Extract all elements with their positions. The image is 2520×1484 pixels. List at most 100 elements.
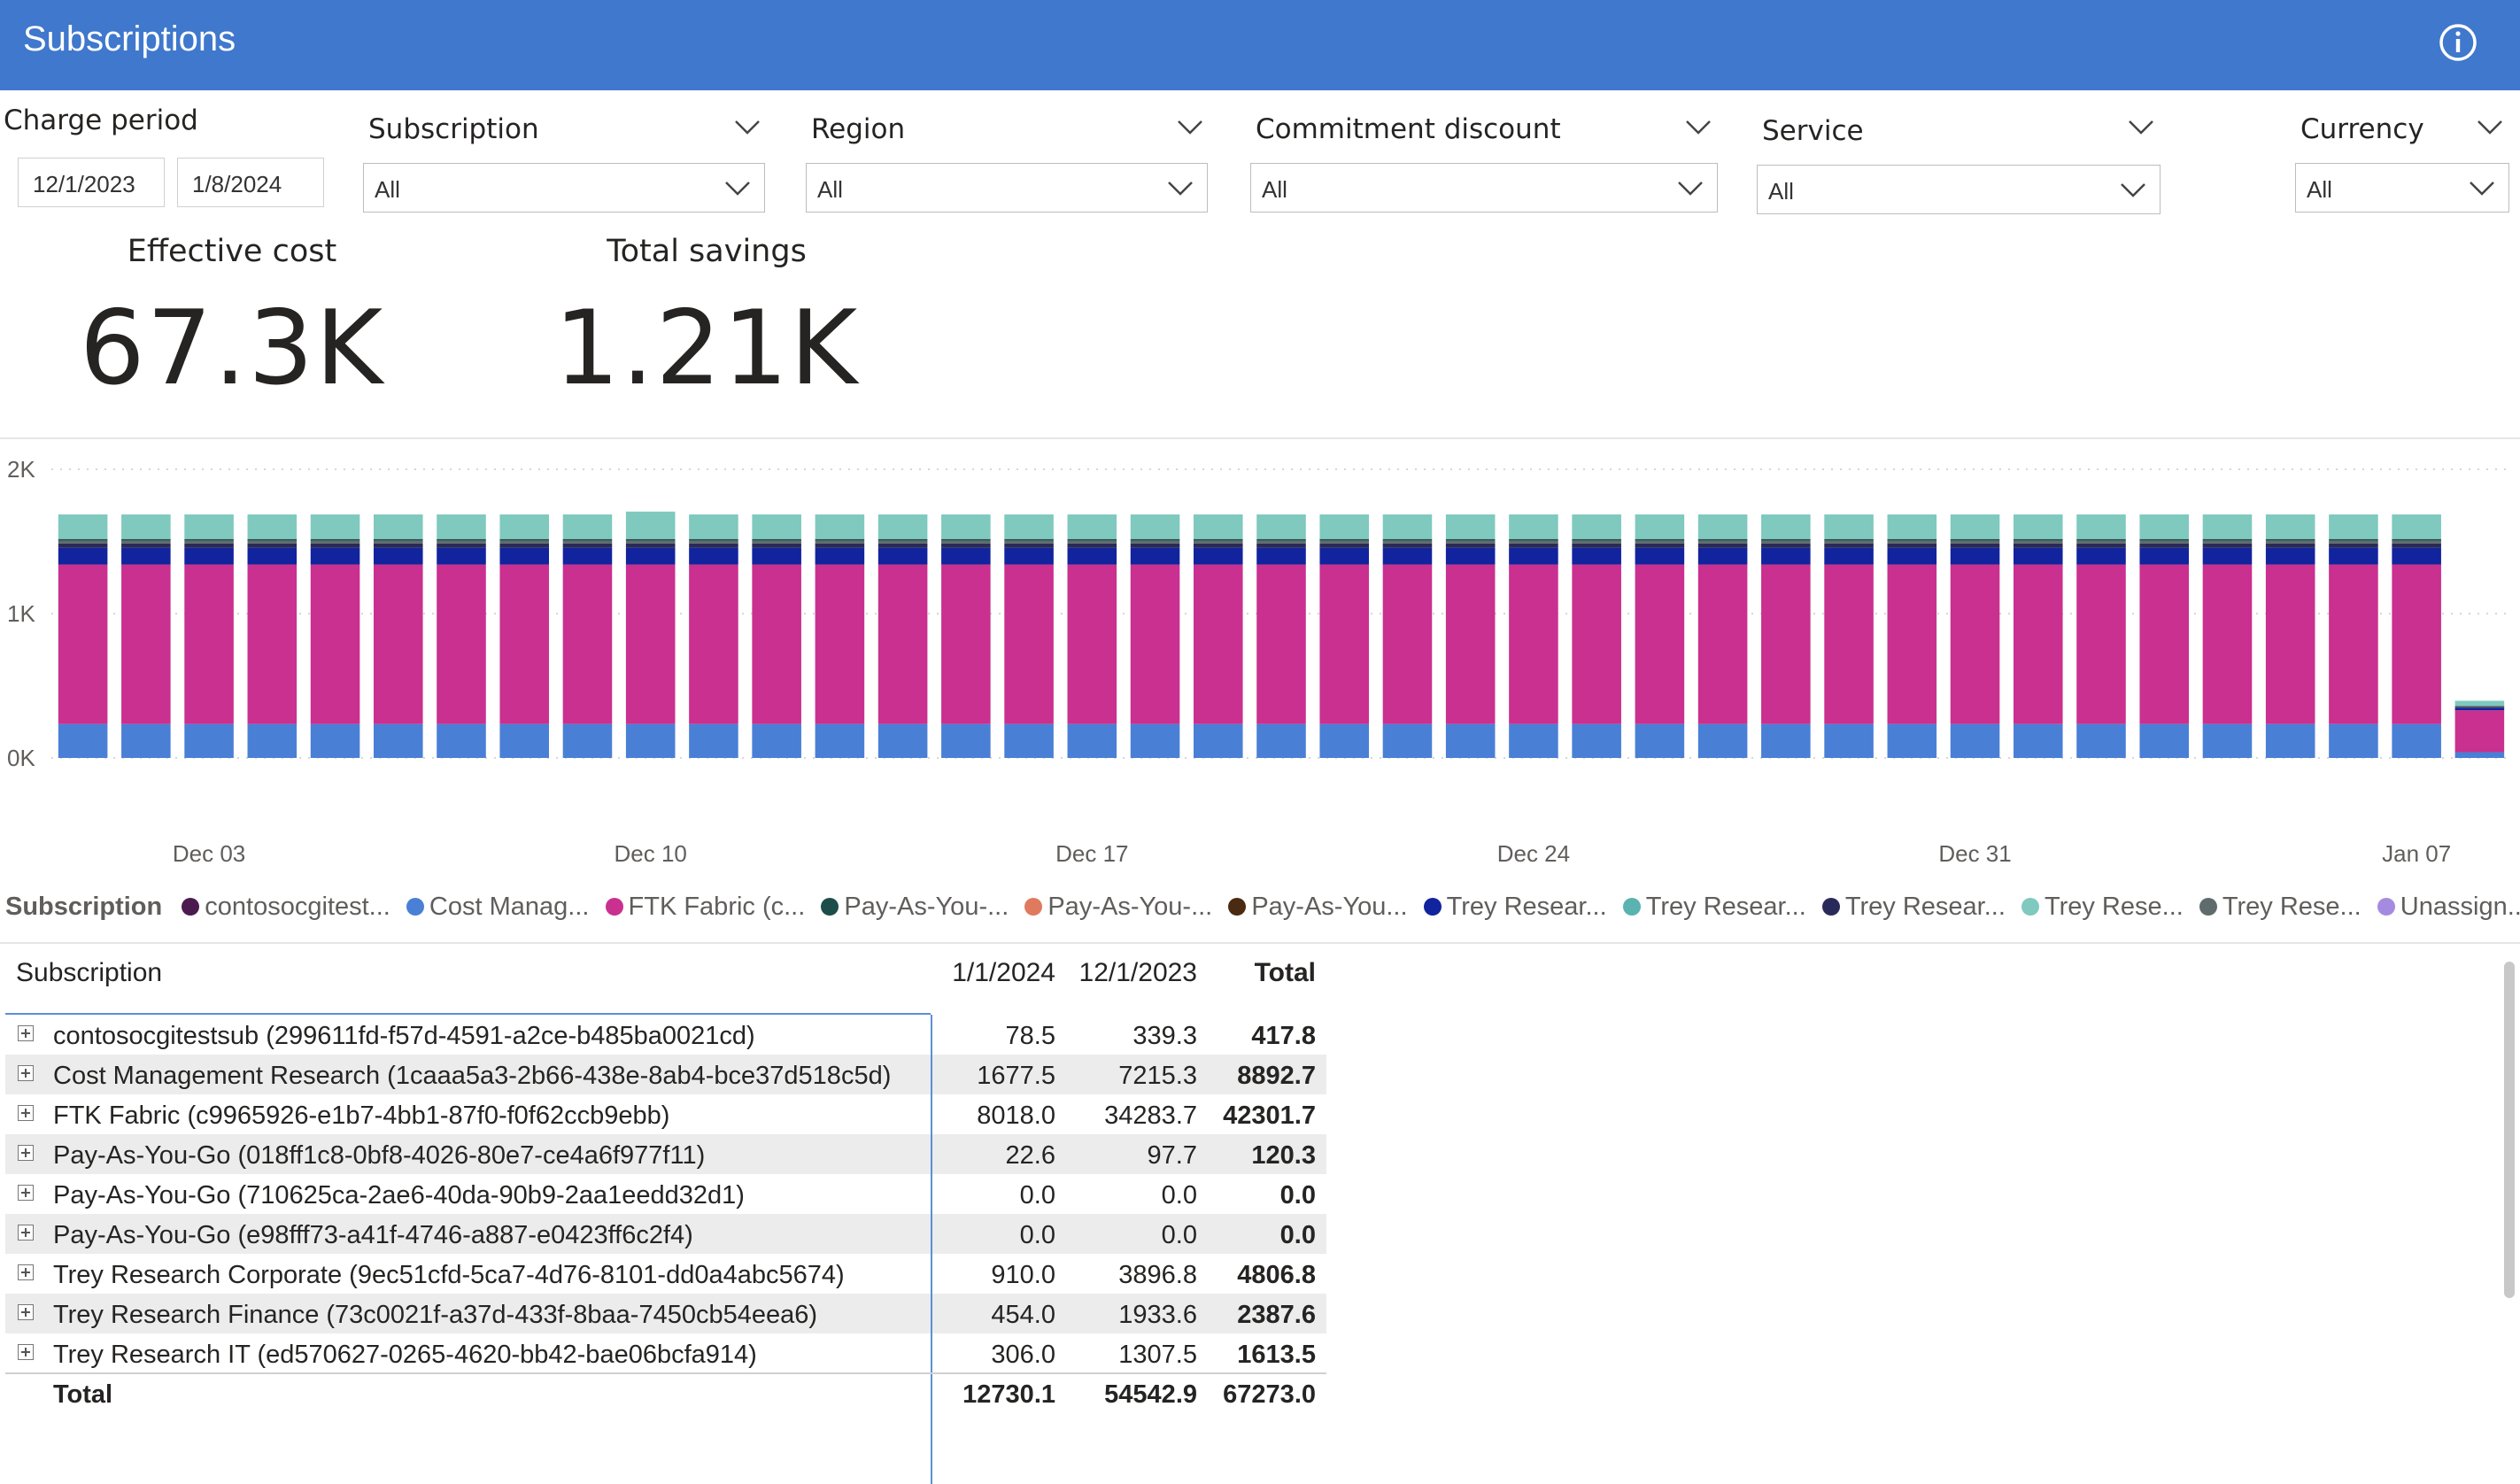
- commitment-discount-filter-chevron-icon[interactable]: [1684, 119, 1712, 136]
- bar-segment: [2139, 548, 2189, 565]
- legend-item[interactable]: Pay-As-You-...: [1024, 893, 1212, 922]
- service-dropdown[interactable]: All: [1757, 165, 2161, 214]
- bar-segment: [941, 514, 991, 539]
- region-filter-chevron-icon[interactable]: [1176, 119, 1204, 136]
- expand-icon[interactable]: [18, 1105, 34, 1121]
- expand-icon[interactable]: [18, 1065, 34, 1081]
- bar-segment: [1319, 724, 1369, 758]
- bar-segment: [437, 541, 486, 544]
- currency-dropdown[interactable]: All: [2295, 163, 2509, 213]
- legend-item[interactable]: Trey Rese...: [2021, 893, 2184, 922]
- bar-segment: [941, 565, 991, 724]
- bar-segment: [2014, 541, 2063, 544]
- bar-segment: [1698, 514, 1748, 539]
- column-header-12-1-2023[interactable]: 12/1/2023: [1079, 958, 1197, 988]
- bar-segment: [1383, 541, 1433, 544]
- bar-segment: [1446, 544, 1496, 548]
- bar-segment: [816, 544, 865, 548]
- legend-item[interactable]: Trey Rese...: [2199, 893, 2362, 922]
- expand-icon[interactable]: [18, 1025, 34, 1041]
- bar-segment: [1635, 541, 1685, 544]
- bar-segment: [2203, 548, 2253, 565]
- legend-item[interactable]: Cost Manag...: [406, 893, 590, 922]
- bar-segment: [1068, 548, 1117, 565]
- bar-segment: [499, 514, 549, 539]
- bar-segment: [2203, 565, 2253, 724]
- subscription-filter-label: Subscription: [368, 113, 539, 145]
- info-icon[interactable]: [2437, 21, 2479, 64]
- expand-icon[interactable]: [18, 1225, 34, 1241]
- expand-icon[interactable]: [18, 1344, 34, 1360]
- legend-item[interactable]: Unassign...: [2377, 893, 2520, 922]
- legend-label: Pay-As-You...: [1251, 893, 1407, 921]
- bar-segment: [499, 544, 549, 548]
- subscription-dropdown[interactable]: All: [363, 163, 765, 213]
- vertical-scrollbar[interactable]: [2504, 962, 2515, 1298]
- table-row: Trey Research IT (ed570627-0265-4620-bb4…: [5, 1333, 1326, 1373]
- chart-table-divider: [0, 942, 2520, 944]
- bar-segment: [1572, 514, 1621, 539]
- bar-segment: [1888, 541, 1937, 544]
- legend-label: FTK Fabric (c...: [629, 893, 806, 921]
- bar-segment: [1635, 544, 1685, 548]
- column-header-total[interactable]: Total: [1255, 958, 1316, 988]
- bar-segment: [184, 548, 234, 565]
- subscription-filter-chevron-icon[interactable]: [733, 119, 761, 136]
- bar-segment: [2139, 724, 2189, 758]
- charge-period-start[interactable]: 12/1/2023: [18, 158, 165, 207]
- bar-segment: [1509, 565, 1558, 724]
- bar-segment: [626, 544, 676, 548]
- column-header-subscription[interactable]: Subscription: [16, 958, 162, 988]
- expand-icon[interactable]: [18, 1264, 34, 1280]
- bar-segment: [1446, 548, 1496, 565]
- bar-segment: [184, 539, 234, 541]
- bar-segment: [248, 541, 298, 544]
- legend-item[interactable]: Trey Resear...: [1424, 893, 1607, 922]
- bar-segment: [2329, 539, 2378, 541]
- bar-segment: [1383, 514, 1433, 539]
- expand-icon[interactable]: [18, 1145, 34, 1161]
- bar-segment: [1761, 565, 1811, 724]
- bar-segment: [1068, 724, 1117, 758]
- bar-segment: [1004, 565, 1054, 724]
- bar-segment: [1194, 544, 1243, 548]
- table-row: Pay-As-You-Go (710625ca-2ae6-40da-90b9-2…: [5, 1174, 1326, 1214]
- commitment-discount-dropdown[interactable]: All: [1250, 163, 1718, 213]
- bar-segment: [1635, 724, 1685, 758]
- legend-item[interactable]: Trey Resear...: [1822, 893, 2006, 922]
- legend-item[interactable]: Pay-As-You-...: [821, 893, 1009, 922]
- bar-segment: [2076, 565, 2126, 724]
- legend-item[interactable]: contosocgitest...: [182, 893, 390, 922]
- legend-title: Subscription: [5, 893, 162, 921]
- bar-segment: [1446, 539, 1496, 541]
- bar-segment: [1888, 539, 1937, 541]
- legend-item[interactable]: FTK Fabric (c...: [606, 893, 806, 922]
- row-value-12-1-2023: 339.3: [1132, 1022, 1197, 1051]
- bar-segment: [2203, 724, 2253, 758]
- legend-dot: [406, 898, 424, 916]
- bar-segment: [1194, 548, 1243, 565]
- charge-period-end[interactable]: 1/8/2024: [177, 158, 324, 207]
- currency-filter-chevron-icon[interactable]: [2476, 119, 2504, 136]
- service-filter-chevron-icon[interactable]: [2127, 119, 2155, 136]
- bar-segment: [1256, 544, 1306, 548]
- legend-item[interactable]: Trey Resear...: [1623, 893, 1806, 922]
- bar-segment: [2329, 544, 2378, 548]
- bar-segment: [2392, 539, 2441, 541]
- legend-item[interactable]: Pay-As-You...: [1228, 893, 1407, 922]
- column-header-1-1-2024[interactable]: 1/1/2024: [952, 958, 1055, 988]
- bar-segment: [499, 548, 549, 565]
- subscription-matrix-table: Subscription 1/1/2024 12/1/2023 Total co…: [5, 951, 1326, 1413]
- expand-icon[interactable]: [18, 1304, 34, 1320]
- bar-segment: [311, 539, 360, 541]
- region-dropdown[interactable]: All: [806, 163, 1208, 213]
- bar-segment: [311, 544, 360, 548]
- bar-segment: [1383, 548, 1433, 565]
- expand-icon[interactable]: [18, 1185, 34, 1201]
- bar-segment: [1383, 565, 1433, 724]
- bar-segment: [1004, 548, 1054, 565]
- column-divider: [931, 1015, 932, 1484]
- bar-segment: [752, 541, 801, 544]
- legend-label: Unassign...: [2400, 893, 2520, 921]
- legend-label: Trey Rese...: [2045, 893, 2184, 921]
